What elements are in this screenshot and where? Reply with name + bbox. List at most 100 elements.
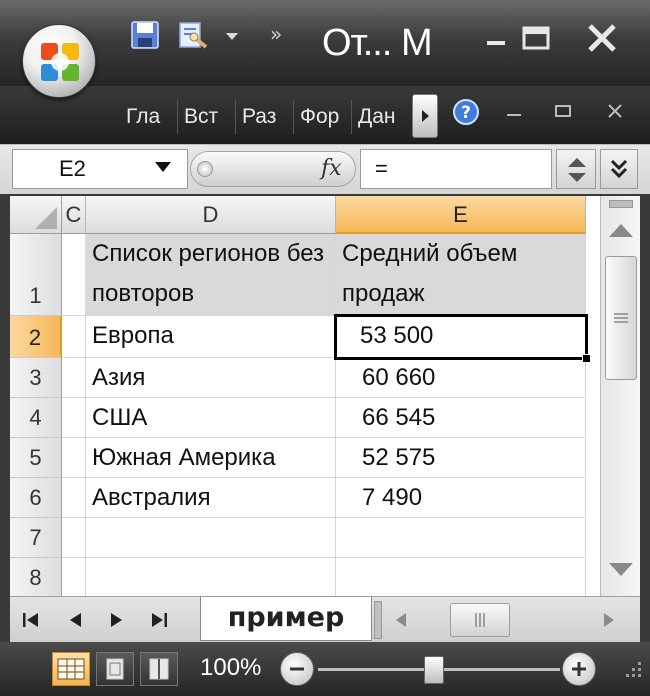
- minimize-icon: [487, 41, 505, 45]
- zoom-level[interactable]: 100%: [200, 654, 261, 682]
- maximize-button[interactable]: [514, 18, 558, 58]
- worksheet-grid: C D E 1 Список регионов без повторов Сре…: [10, 196, 600, 596]
- print-preview-icon: [179, 22, 208, 49]
- cell-e1[interactable]: Средний объем продаж: [336, 234, 586, 316]
- row-header-6[interactable]: 6: [10, 478, 62, 518]
- name-box-dropdown-icon[interactable]: [154, 161, 172, 173]
- select-all-icon: [35, 207, 57, 229]
- page-layout-view-button[interactable]: [96, 652, 134, 686]
- cell-c8[interactable]: [62, 558, 86, 596]
- cell-d8[interactable]: [86, 558, 336, 596]
- next-sheet-button[interactable]: [102, 605, 132, 635]
- cell-c7[interactable]: [62, 518, 86, 558]
- close-button[interactable]: [580, 18, 624, 58]
- cell-c1[interactable]: [62, 234, 86, 316]
- vertical-scroll-thumb[interactable]: [605, 256, 637, 380]
- cell-c4[interactable]: [62, 398, 86, 438]
- workbook-close-icon[interactable]: [604, 100, 626, 122]
- row-header-4[interactable]: 4: [10, 398, 62, 438]
- cell-d5[interactable]: Южная Америка: [86, 438, 336, 478]
- chevron-right-icon: [422, 110, 429, 122]
- qat-dropdown-icon[interactable]: [222, 26, 242, 46]
- triangle-left-icon: [396, 613, 406, 627]
- cell-d2[interactable]: Европа: [86, 316, 336, 358]
- cell-d7[interactable]: [86, 518, 336, 558]
- last-sheet-icon: [152, 613, 167, 627]
- tab-formulas[interactable]: Фор: [294, 100, 352, 134]
- save-disk-icon: [131, 21, 159, 49]
- vertical-scrollbar[interactable]: [600, 196, 640, 596]
- horizontal-scroll-thumb[interactable]: [450, 603, 510, 637]
- row-header-2[interactable]: 2: [10, 316, 62, 358]
- select-all-button[interactable]: [10, 196, 62, 234]
- fx-icon: fx: [321, 156, 342, 181]
- fill-handle[interactable]: [582, 354, 591, 363]
- scroll-left-button[interactable]: [388, 605, 414, 635]
- formula-bar: E2 fx =: [0, 144, 650, 194]
- formula-scroll-button[interactable]: [556, 149, 596, 189]
- cell-d4[interactable]: США: [86, 398, 336, 438]
- triangle-left-icon: [70, 613, 81, 627]
- tab-data[interactable]: Дан: [352, 100, 410, 134]
- cell-e8[interactable]: [336, 558, 586, 596]
- cell-e4[interactable]: 66 545: [336, 398, 586, 438]
- tab-home[interactable]: Гла: [120, 100, 178, 134]
- ribbon-tabs: Гла Вст Раз Фор Дан: [120, 100, 410, 134]
- cell-d3[interactable]: Азия: [86, 358, 336, 398]
- row-header-8[interactable]: 8: [10, 558, 62, 596]
- formula-bar-resize-handle[interactable]: [197, 161, 213, 177]
- print-preview-button[interactable]: [174, 16, 212, 54]
- page-break-view-button[interactable]: [140, 652, 178, 686]
- insert-function-button[interactable]: fx: [321, 156, 342, 181]
- workbook-restore-icon[interactable]: [552, 100, 574, 122]
- previous-sheet-button[interactable]: [60, 605, 90, 635]
- cell-c5[interactable]: [62, 438, 86, 478]
- cell-e7[interactable]: [336, 518, 586, 558]
- scroll-down-button[interactable]: [601, 552, 641, 588]
- last-sheet-button[interactable]: [144, 605, 174, 635]
- zoom-in-button[interactable]: [562, 652, 596, 686]
- tab-insert[interactable]: Вст: [178, 100, 236, 134]
- cell-d6[interactable]: Австралия: [86, 478, 336, 518]
- workbook-minimize-icon[interactable]: [504, 102, 524, 122]
- cell-c3[interactable]: [62, 358, 86, 398]
- triangle-right-icon: [604, 613, 614, 627]
- cell-d1[interactable]: Список регионов без повторов: [86, 234, 336, 316]
- resize-grip-icon[interactable]: [620, 656, 644, 680]
- sheet-tab-active[interactable]: пример: [200, 597, 372, 641]
- first-sheet-button[interactable]: [16, 605, 46, 635]
- vertical-split-box[interactable]: [609, 200, 633, 208]
- row-header-3[interactable]: 3: [10, 358, 62, 398]
- scroll-right-button[interactable]: [596, 605, 622, 635]
- cell-e3[interactable]: 60 660: [336, 358, 586, 398]
- normal-view-button[interactable]: [52, 652, 90, 686]
- cell-c6[interactable]: [62, 478, 86, 518]
- cell-e5[interactable]: 52 575: [336, 438, 586, 478]
- zoom-slider-thumb[interactable]: [424, 656, 444, 684]
- zoom-out-button[interactable]: [280, 652, 314, 686]
- page-break-icon: [149, 658, 169, 680]
- qat-overflow-icon[interactable]: »: [270, 22, 282, 46]
- horizontal-split-box[interactable]: [374, 601, 382, 639]
- cell-e6[interactable]: 7 490: [336, 478, 586, 518]
- row-header-1[interactable]: 1: [10, 234, 62, 316]
- formula-input[interactable]: =: [360, 149, 552, 189]
- grip-lines-icon: [614, 313, 628, 323]
- column-header-e[interactable]: E: [336, 196, 586, 234]
- save-button[interactable]: [126, 16, 164, 54]
- scroll-up-button[interactable]: [601, 212, 641, 248]
- column-header-c[interactable]: C: [62, 196, 86, 234]
- expand-formula-bar-button[interactable]: [600, 149, 638, 189]
- cell-c2[interactable]: [62, 316, 86, 358]
- row-header-5[interactable]: 5: [10, 438, 62, 478]
- tab-page-layout[interactable]: Раз: [236, 100, 294, 134]
- minimize-button[interactable]: [474, 18, 518, 58]
- cell-e2[interactable]: 53 500: [336, 316, 586, 358]
- office-button[interactable]: [22, 24, 96, 98]
- ribbon-tab-scroll-button[interactable]: [412, 94, 438, 138]
- row-header-7[interactable]: 7: [10, 518, 62, 558]
- close-icon: [588, 24, 616, 52]
- double-chevron-down-icon: [610, 159, 628, 179]
- help-icon[interactable]: ?: [452, 98, 480, 126]
- column-header-d[interactable]: D: [86, 196, 336, 234]
